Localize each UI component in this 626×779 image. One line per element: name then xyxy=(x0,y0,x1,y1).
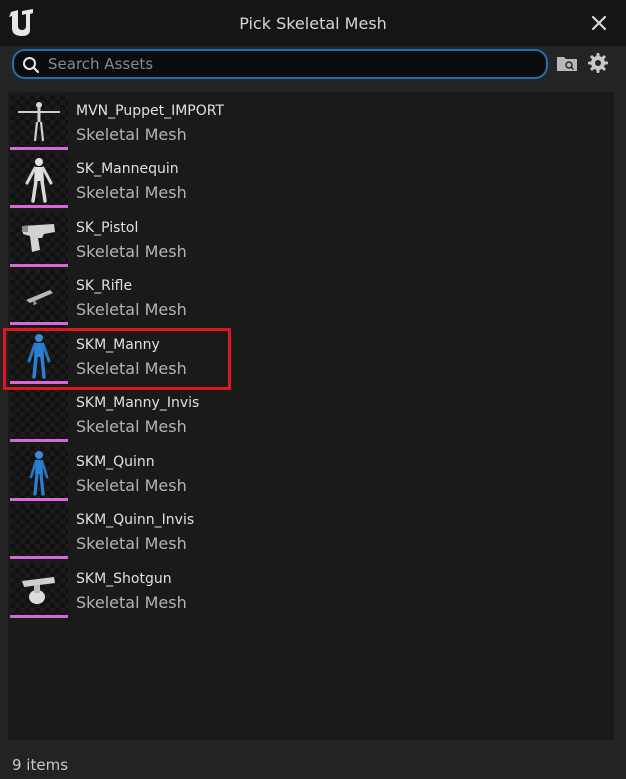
asset-type: Skeletal Mesh xyxy=(76,125,187,144)
search-icon xyxy=(23,57,40,74)
asset-name: SKM_Manny_Invis xyxy=(76,395,200,411)
asset-type: Skeletal Mesh xyxy=(76,593,187,612)
folder-icon[interactable] xyxy=(556,53,578,73)
window-title: Pick Skeletal Mesh xyxy=(239,14,387,33)
search-toolbar xyxy=(0,46,626,84)
asset-name: SKM_Shotgun xyxy=(76,571,172,587)
pistol-icon xyxy=(22,224,55,252)
asset-row-skm-quinn[interactable]: SKM_Quinn Skeletal Mesh xyxy=(8,443,614,501)
search-box[interactable] xyxy=(12,49,548,79)
asset-type: Skeletal Mesh xyxy=(76,359,187,378)
search-input[interactable] xyxy=(48,53,538,75)
asset-name: SK_Mannequin xyxy=(76,161,179,177)
asset-thumbnail xyxy=(10,212,68,267)
asset-row-sk-pistol[interactable]: SK_Pistol Skeletal Mesh xyxy=(8,209,614,267)
rifle-icon xyxy=(26,290,53,305)
asset-name: SKM_Quinn xyxy=(76,454,155,470)
asset-name: SK_Rifle xyxy=(76,278,133,294)
asset-type-color-bar xyxy=(10,615,68,618)
asset-type: Skeletal Mesh xyxy=(76,242,187,261)
item-count: 9 items xyxy=(12,756,69,774)
asset-thumbnail xyxy=(10,504,68,559)
asset-row-skm-manny[interactable]: SKM_Manny Skeletal Mesh xyxy=(8,326,614,384)
asset-thumbnail xyxy=(10,387,68,442)
status-bar: 9 items xyxy=(0,748,626,779)
asset-name: SKM_Quinn_Invis xyxy=(76,512,195,528)
asset-row-skm-quinn-invis[interactable]: SKM_Quinn_Invis Skeletal Mesh xyxy=(8,501,614,559)
asset-type: Skeletal Mesh xyxy=(76,300,187,319)
asset-type: Skeletal Mesh xyxy=(76,417,187,436)
asset-row-mvn-puppet-import[interactable]: MVN_Puppet_IMPORT Skeletal Mesh xyxy=(8,92,614,150)
asset-thumbnail xyxy=(10,95,68,150)
title-bar: Pick Skeletal Mesh xyxy=(0,0,626,46)
puppet-icon xyxy=(18,102,60,142)
asset-type: Skeletal Mesh xyxy=(76,183,187,202)
quinn-icon xyxy=(29,451,49,496)
close-icon[interactable] xyxy=(588,12,610,34)
asset-thumbnail xyxy=(10,446,68,501)
asset-row-sk-mannequin[interactable]: SK_Mannequin Skeletal Mesh xyxy=(8,150,614,208)
asset-type: Skeletal Mesh xyxy=(76,534,187,553)
asset-name: SK_Pistol xyxy=(76,220,139,236)
asset-thumbnail xyxy=(10,153,68,208)
asset-type-color-bar xyxy=(10,556,68,559)
settings-gear-icon[interactable] xyxy=(587,52,609,74)
asset-list: MVN_Puppet_IMPORT Skeletal Mesh SK_Manne… xyxy=(8,92,614,740)
asset-thumbnail xyxy=(10,329,68,384)
asset-type-color-bar xyxy=(10,205,68,208)
mannequin-icon xyxy=(25,158,53,203)
asset-name: SKM_Manny xyxy=(76,337,160,353)
asset-row-skm-shotgun[interactable]: SKM_Shotgun Skeletal Mesh xyxy=(8,560,614,618)
manny-icon xyxy=(27,334,51,379)
asset-thumbnail xyxy=(10,563,68,618)
asset-thumbnail xyxy=(10,270,68,325)
asset-type-color-bar xyxy=(10,322,68,325)
asset-type-color-bar xyxy=(10,439,68,442)
asset-row-skm-manny-invis[interactable]: SKM_Manny_Invis Skeletal Mesh xyxy=(8,384,614,442)
asset-row-sk-rifle[interactable]: SK_Rifle Skeletal Mesh xyxy=(8,267,614,325)
asset-type: Skeletal Mesh xyxy=(76,476,187,495)
asset-name: MVN_Puppet_IMPORT xyxy=(76,103,225,119)
shotgun-icon xyxy=(22,577,55,604)
